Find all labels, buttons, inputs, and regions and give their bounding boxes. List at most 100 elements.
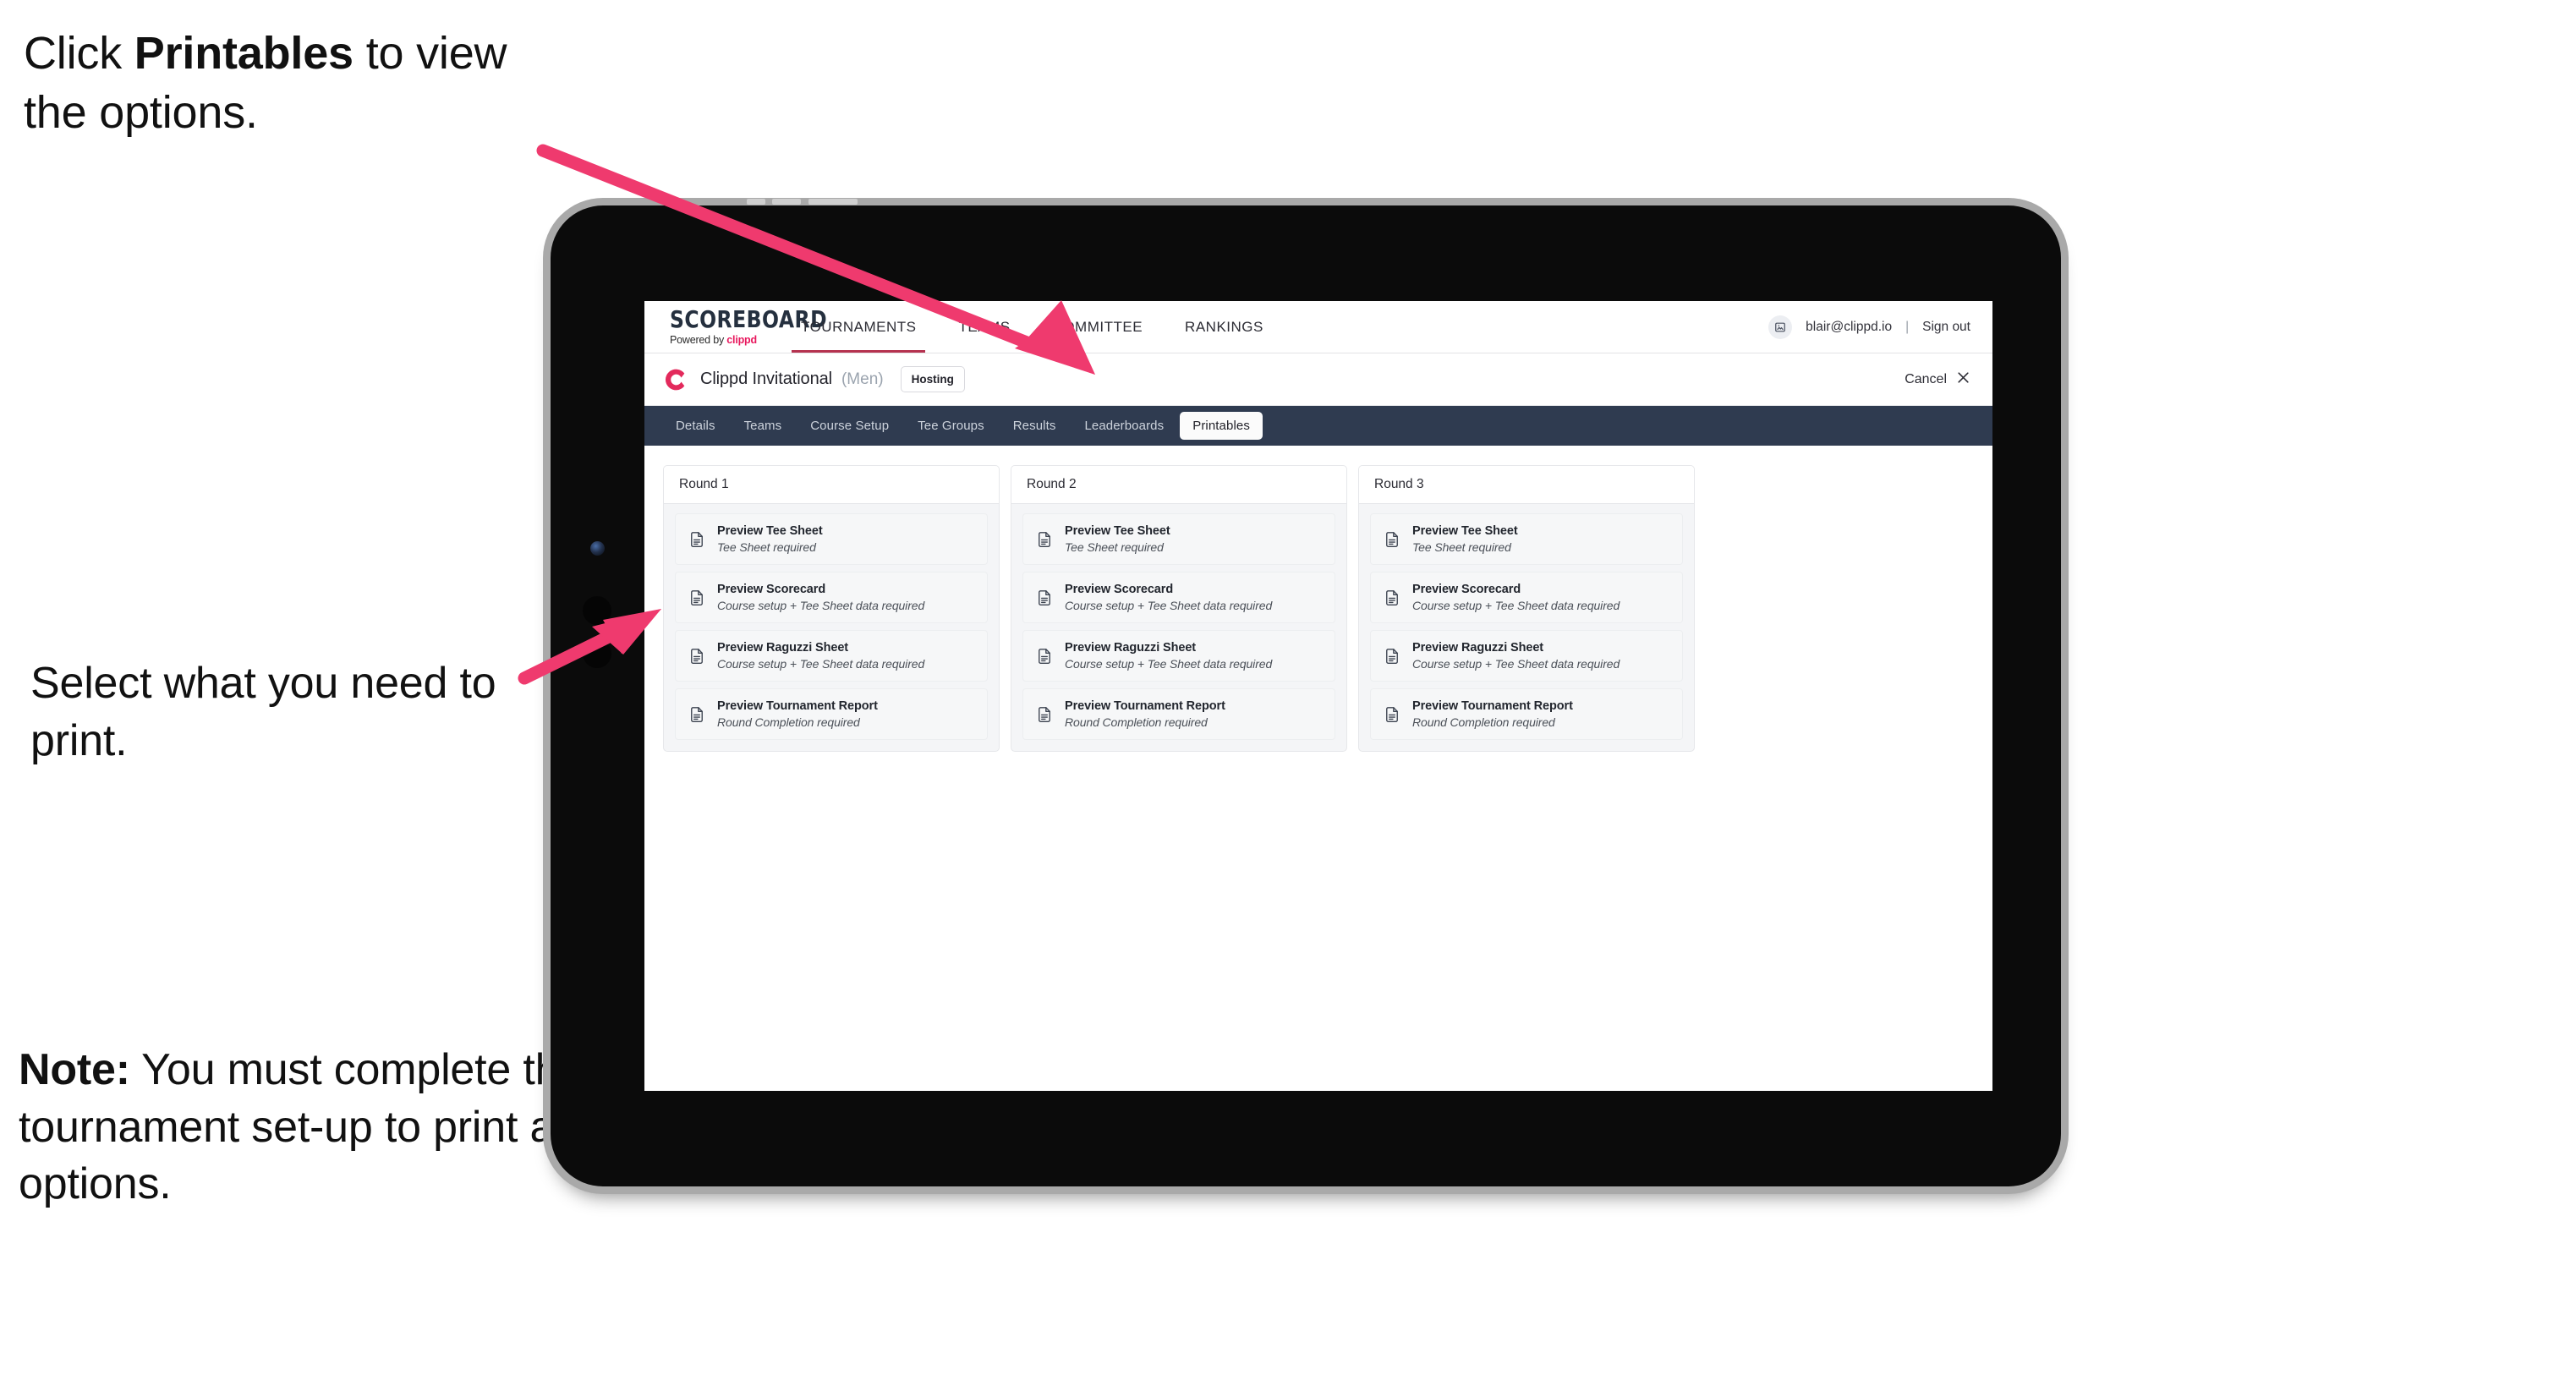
document-icon [688,589,706,607]
round-card-body: Preview Tee Sheet Tee Sheet required Previ… [1011,504,1346,751]
app-topbar: SCOREBOARD Powered by clippd TOURNAMENTS… [644,301,1992,353]
printable-row[interactable]: Preview Tee Sheet Tee Sheet required [1022,513,1335,565]
round-title: Round 2 [1027,477,1077,491]
tab-details[interactable]: Details [663,412,728,440]
logo-tagline-brand: clippd [726,333,757,346]
printable-row-requirement: Tee Sheet required [717,540,816,554]
topbar-account-area: blair@clippd.io | Sign out [1768,315,1992,339]
account-email[interactable]: blair@clippd.io [1806,320,1892,335]
printable-row[interactable]: Preview Raguzzi Sheet Course setup + Tee … [675,630,988,682]
printable-row-requirement: Course setup + Tee Sheet data required [1065,657,1273,671]
primary-navigation: TOURNAMENTS TEAMS COMMITTEE RANKINGS [780,301,1285,353]
round-card-header: Round 1 [664,466,999,504]
nav-item-rankings[interactable]: RANKINGS [1164,301,1285,353]
printable-row-text: Preview Tournament Report Round Completio… [1065,699,1225,729]
printable-row[interactable]: Preview Tournament Report Round Completio… [1370,688,1683,740]
printable-row-title: Preview Tournament Report [1412,699,1573,713]
document-icon [1383,589,1401,607]
annotation-select-print: Select what you need to print. [30,659,496,765]
tablet-top-button-2 [772,199,801,205]
tab-leaderboards[interactable]: Leaderboards [1072,412,1176,440]
document-icon [1383,530,1401,549]
printable-row-requirement: Course setup + Tee Sheet data required [1065,599,1273,612]
annotation-click-printables: Click Printables to view the options. [24,28,507,139]
printable-row-title: Preview Scorecard [1412,583,1521,596]
printable-row-text: Preview Raguzzi Sheet Course setup + Tee … [1412,641,1620,671]
printable-row[interactable]: Preview Scorecard Course setup + Tee Shee… [1022,572,1335,623]
sign-out-link[interactable]: Sign out [1922,320,1970,335]
printable-row-title: Preview Raguzzi Sheet [1065,641,1197,655]
printable-row-text: Preview Tee Sheet Tee Sheet required [717,524,823,554]
printable-row[interactable]: Preview Tournament Report Round Completio… [675,688,988,740]
document-icon [688,705,706,724]
printable-row-requirement: Course setup + Tee Sheet data required [1412,657,1620,671]
round-card-header: Round 3 [1359,466,1694,504]
printable-row[interactable]: Preview Scorecard Course setup + Tee Shee… [675,572,988,623]
round-title: Round 1 [679,477,729,491]
close-x-icon [1956,370,1970,389]
printable-row-title: Preview Tournament Report [1065,699,1225,713]
document-icon [1383,705,1401,724]
document-icon [1035,705,1054,724]
printables-content: Round 1 Preview Tee Sheet Tee Sheet requir… [644,446,1992,1091]
tab-results[interactable]: Results [1000,412,1069,440]
printable-row-requirement: Course setup + Tee Sheet data required [717,657,925,671]
printable-row-requirement: Tee Sheet required [1412,540,1511,554]
tab-printables[interactable]: Printables [1180,412,1263,440]
document-icon [688,530,706,549]
printable-row-text: Preview Tee Sheet Tee Sheet required [1065,524,1170,554]
nav-item-committee[interactable]: COMMITTEE [1032,301,1165,353]
round-card: Round 3 Preview Tee Sheet Tee Sheet requir… [1358,465,1695,752]
printable-row-text: Preview Scorecard Course setup + Tee Shee… [717,583,924,612]
cancel-label: Cancel [1905,371,1947,386]
printable-row[interactable]: Preview Scorecard Course setup + Tee Shee… [1370,572,1683,623]
tablet-side-button-2[interactable] [583,639,611,668]
printable-row[interactable]: Preview Raguzzi Sheet Course setup + Tee … [1022,630,1335,682]
printable-row-title: Preview Scorecard [1065,583,1174,596]
printable-row[interactable]: Preview Raguzzi Sheet Course setup + Tee … [1370,630,1683,682]
round-card: Round 2 Preview Tee Sheet Tee Sheet requir… [1011,465,1347,752]
nav-item-teams[interactable]: TEAMS [937,301,1031,353]
cancel-button[interactable]: Cancel [1905,370,1970,389]
logo-wordmark: SCOREBOARD [670,304,828,333]
document-icon [1383,647,1401,666]
nav-item-tournaments[interactable]: TOURNAMENTS [780,301,937,353]
printable-row-text: Preview Scorecard Course setup + Tee Shee… [1412,583,1620,612]
logo-tagline: Powered by clippd [670,334,780,346]
round-title: Round 3 [1374,477,1424,491]
tablet-screen: SCOREBOARD Powered by clippd TOURNAMENTS… [644,301,1992,1091]
hosting-badge: Hosting [900,366,965,392]
printable-row-requirement: Course setup + Tee Sheet data required [717,599,925,612]
tab-teams[interactable]: Teams [732,412,795,440]
printable-row-text: Preview Scorecard Course setup + Tee Shee… [1065,583,1272,612]
tournament-gender: (Men) [841,370,884,388]
printable-row-text: Preview Tournament Report Round Completio… [1412,699,1573,729]
tablet-top-button-1 [747,199,765,205]
tournament-name: Clippd Invitational [700,370,832,388]
printable-row-title: Preview Tee Sheet [717,524,823,538]
printable-row-text: Preview Raguzzi Sheet Course setup + Tee … [1065,641,1272,671]
printable-row-requirement: Round Completion required [1065,715,1208,729]
front-camera-icon [590,541,605,556]
document-icon [688,647,706,666]
printable-row-title: Preview Raguzzi Sheet [1412,641,1544,655]
printable-row-requirement: Round Completion required [717,715,860,729]
scoreboard-logo[interactable]: SCOREBOARD Powered by clippd [644,304,828,346]
printable-row-requirement: Tee Sheet required [1065,540,1164,554]
printable-row-text: Preview Tee Sheet Tee Sheet required [1412,524,1518,554]
tab-course-setup[interactable]: Course Setup [797,412,902,440]
printable-row[interactable]: Preview Tee Sheet Tee Sheet required [675,513,988,565]
round-card-body: Preview Tee Sheet Tee Sheet required Previ… [1359,504,1694,751]
page-root: Click Printables to view the options. Se… [0,0,2576,1386]
clippd-c-icon [663,367,688,392]
tab-tee-groups[interactable]: Tee Groups [905,412,997,440]
printable-row[interactable]: Preview Tournament Report Round Completio… [1022,688,1335,740]
printable-row-title: Preview Scorecard [717,583,826,596]
printable-row-text: Preview Raguzzi Sheet Course setup + Tee … [717,641,924,671]
printable-row-title: Preview Raguzzi Sheet [717,641,849,655]
logo-tagline-prefix: Powered by [670,333,727,346]
tablet-device-frame: SCOREBOARD Powered by clippd TOURNAMENTS… [551,199,2061,1186]
user-avatar-icon[interactable] [1768,315,1793,339]
printable-row[interactable]: Preview Tee Sheet Tee Sheet required [1370,513,1683,565]
tablet-side-button-1[interactable] [583,596,611,625]
